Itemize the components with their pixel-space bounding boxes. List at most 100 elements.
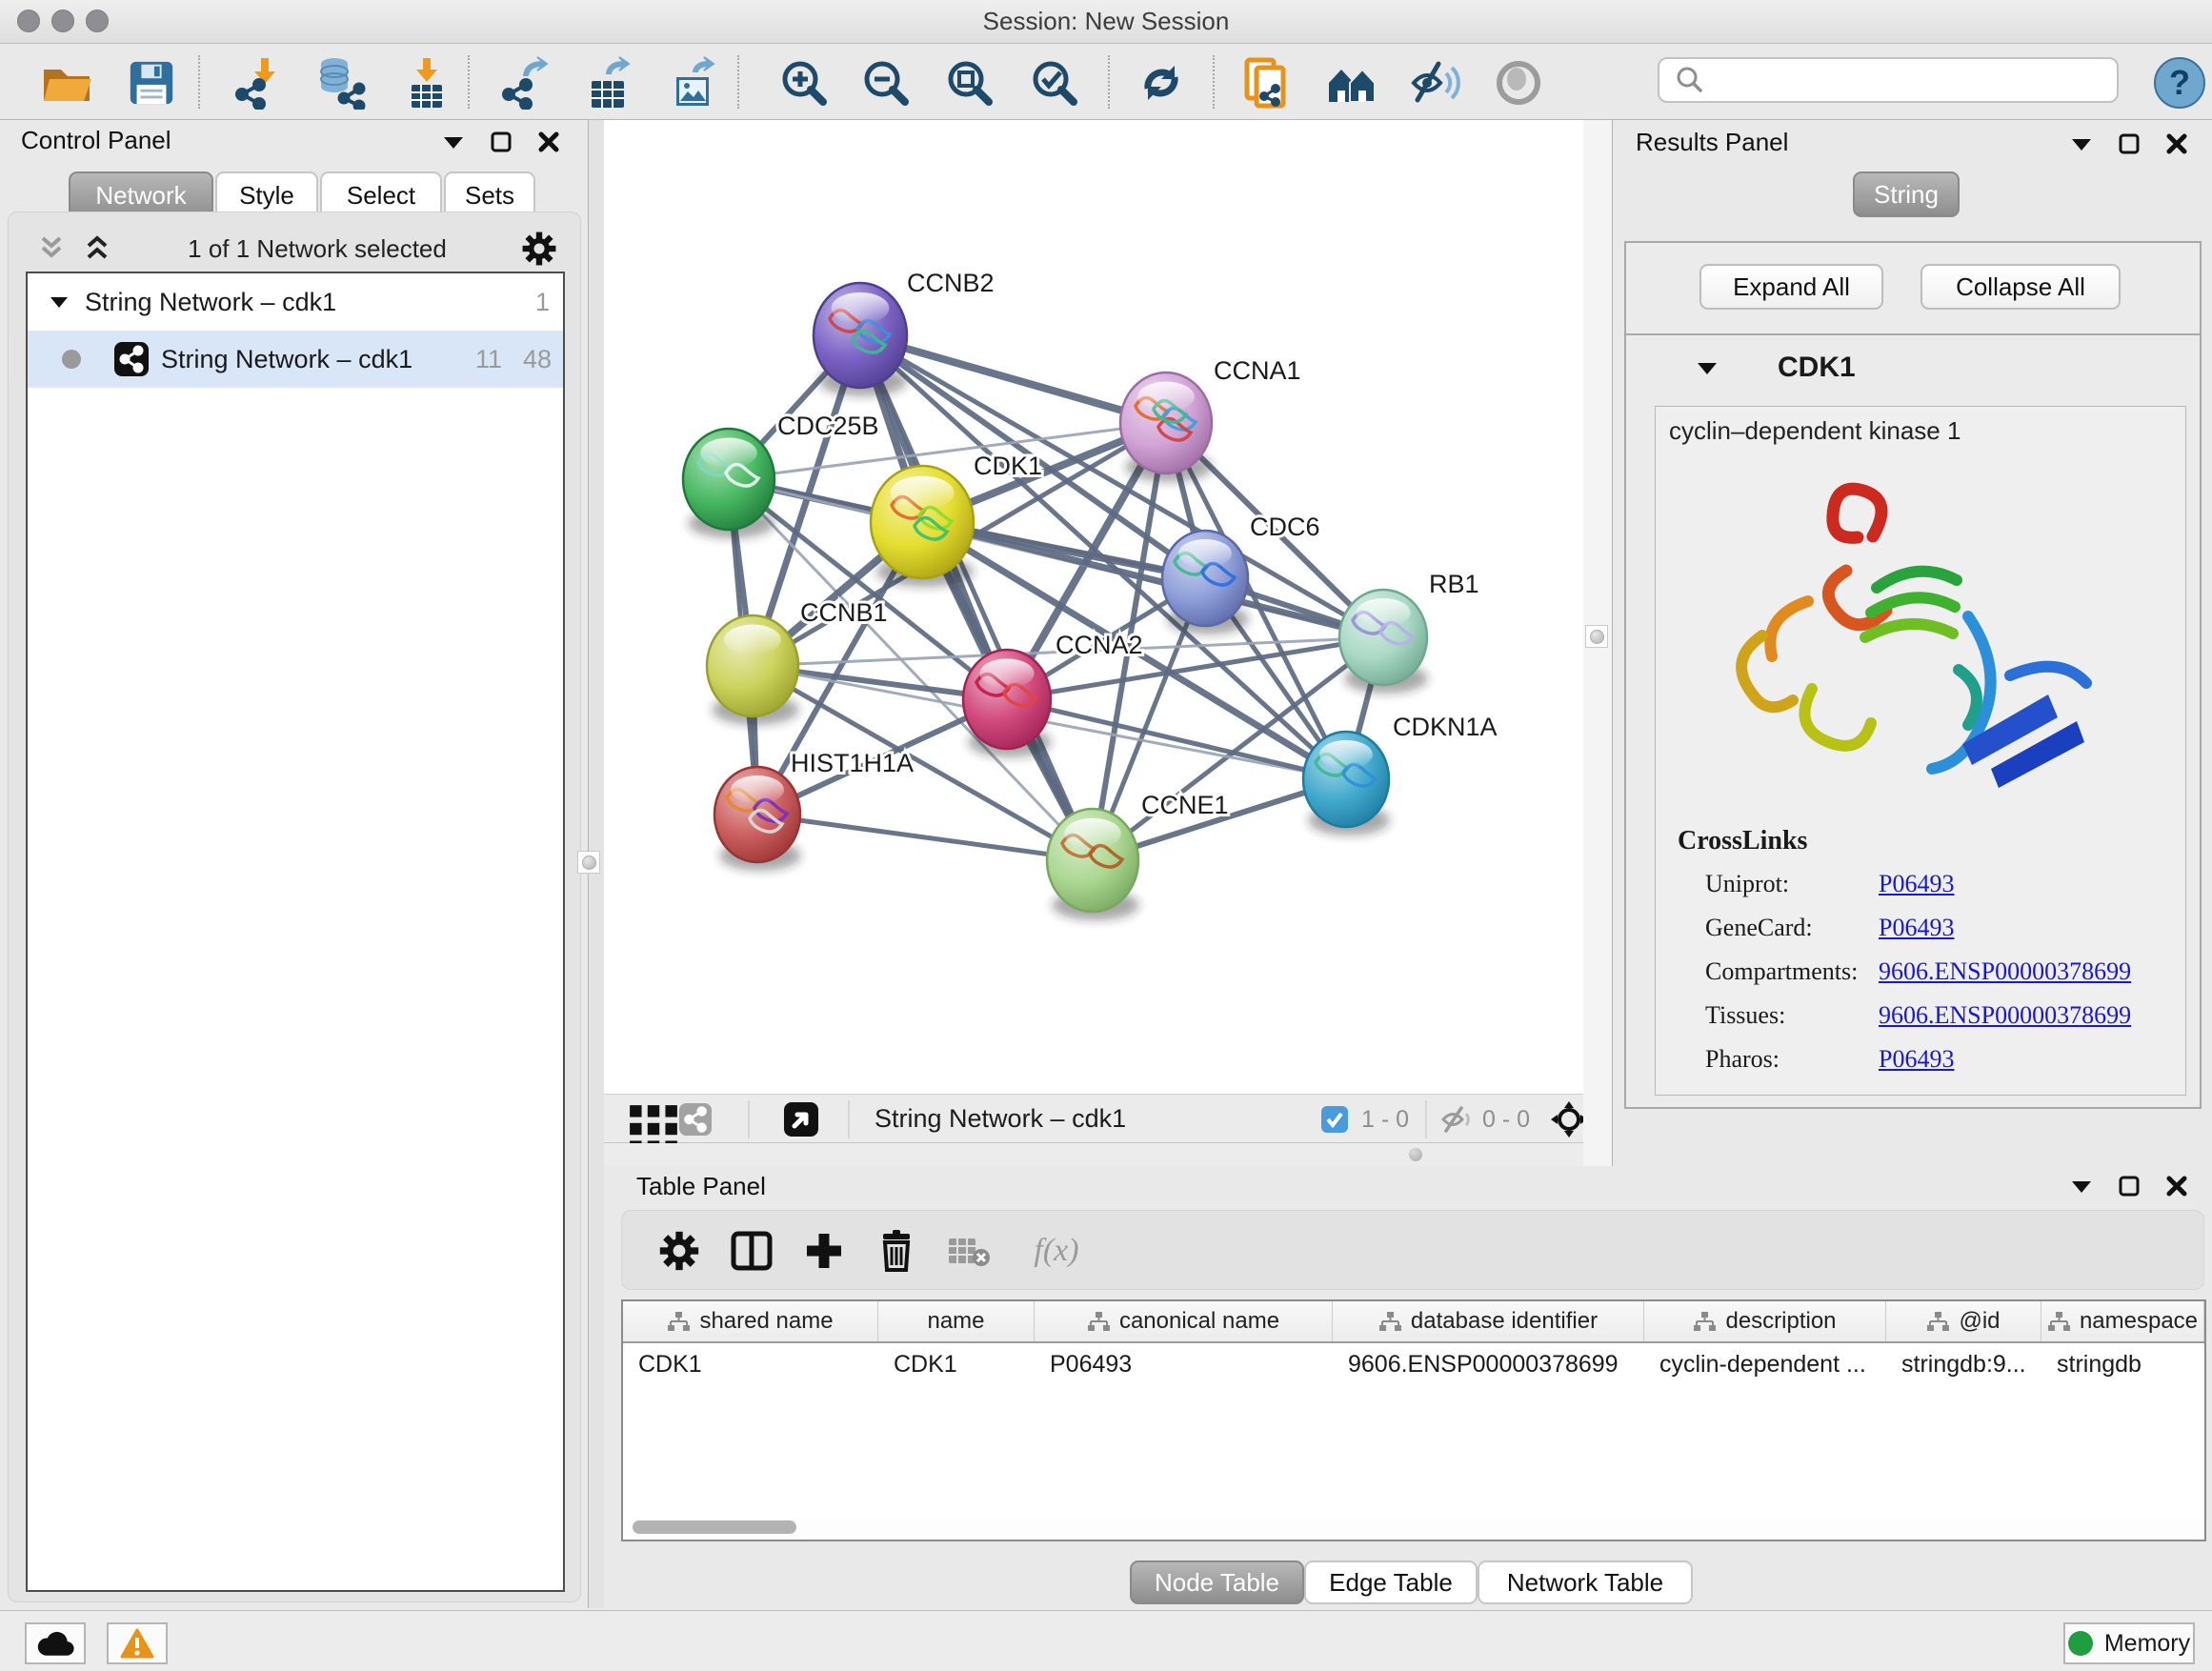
collapse-all-networks-icon[interactable] [35,234,68,263]
left-splitter-grip[interactable] [577,851,600,874]
selected-checkbox-icon[interactable] [1320,1105,1349,1134]
float-panel-icon[interactable] [441,130,466,154]
network-row[interactable]: String Network – cdk1 11 48 [28,331,563,388]
string-documents-button[interactable] [1238,55,1294,111]
import-network-from-database-button[interactable] [312,55,368,111]
export-network-button[interactable] [498,55,553,111]
minimize-window-icon[interactable] [51,10,74,32]
import-network-from-file-button[interactable] [231,55,287,111]
close-window-icon[interactable] [17,10,40,32]
node-HIST1H1A[interactable] [714,767,801,871]
table-cell[interactable]: cyclin-dependent ... [1644,1343,1886,1385]
collapse-arrow-icon[interactable] [49,292,70,312]
import-table-from-file-button[interactable] [399,55,454,111]
zoom-fit-content-button[interactable] [942,55,997,111]
node-CDC6[interactable] [1162,531,1249,634]
node-CCNA2[interactable] [963,650,1052,757]
right-splitter-grip[interactable] [1585,625,1608,648]
birds-eye-view-button[interactable] [1491,55,1546,111]
crosslink-value-link[interactable]: 9606.ENSP00000378699 [1879,957,2131,986]
node-CCNA1[interactable] [1120,372,1213,482]
table-horizontal-scrollbar[interactable] [627,1519,2201,1536]
tab-edge-table[interactable]: Edge Table [1304,1560,1478,1604]
node-RB1[interactable] [1339,590,1428,694]
warnings-button[interactable] [107,1622,168,1664]
column-header-namespace[interactable]: namespace [2041,1301,2204,1341]
show-columns-button[interactable] [725,1224,778,1278]
table-row[interactable]: CDK1CDK1P064939606.ENSP00000378699cyclin… [623,1343,2204,1385]
search-field[interactable] [1658,57,2119,103]
close-panel-icon[interactable] [2164,131,2189,156]
node-CCNE1[interactable] [1047,809,1139,920]
network-graph[interactable]: CCNB2CCNA1CDC25BCDK1CDC6RB1CCNB1CCNA2CDK… [604,120,1583,1094]
float-panel-icon[interactable] [2069,131,2094,156]
cloud-status-button[interactable] [25,1622,86,1664]
zoom-selected-button[interactable] [1027,55,1082,111]
close-panel-icon[interactable] [536,130,561,154]
network-options-gear-icon[interactable] [521,231,557,267]
table-cell[interactable]: stringdb:9... [1886,1343,2041,1385]
collapse-all-button[interactable]: Collapse All [1920,264,2121,310]
birds-eye-toggle-icon[interactable] [783,1101,819,1137]
column-header-description[interactable]: description [1644,1301,1886,1341]
column-header-canonical-name[interactable]: canonical name [1035,1301,1333,1341]
column-header-database-identifier[interactable]: database identifier [1333,1301,1644,1341]
table-cell[interactable]: 9606.ENSP00000378699 [1333,1343,1644,1385]
save-session-button[interactable] [124,55,179,111]
expand-all-networks-icon[interactable] [81,234,113,263]
crosslink-value-link[interactable]: P06493 [1879,870,1954,898]
node-CCNB1[interactable] [707,615,799,725]
zoom-window-icon[interactable] [86,10,109,32]
scrollbar-thumb[interactable] [633,1520,796,1534]
memory-button[interactable]: Memory [2063,1622,2195,1664]
gene-section-header[interactable]: CDK1 [1626,333,2200,400]
table-cell[interactable]: CDK1 [623,1343,878,1385]
crosslink-value-link[interactable]: P06493 [1879,1045,1954,1074]
collapse-section-icon[interactable] [1696,356,1719,379]
export-image-button[interactable] [666,55,721,111]
node-CDKN1A[interactable] [1303,732,1390,836]
apply-preferred-layout-button[interactable] [1134,55,1189,111]
create-column-button[interactable] [797,1224,851,1278]
table-cell[interactable]: P06493 [1035,1343,1333,1385]
zoom-out-button[interactable] [858,55,914,111]
column-header--id[interactable]: @id [1886,1301,2041,1341]
crosslink-value-link[interactable]: P06493 [1879,914,1954,942]
tab-string[interactable]: String [1853,171,1960,217]
node-CDK1[interactable] [871,466,974,587]
delete-columns-button[interactable] [870,1224,923,1278]
fit-selected-crosshair-icon[interactable] [1550,1100,1588,1138]
column-header-shared-name[interactable]: shared name [623,1301,878,1341]
table-cell[interactable]: stringdb [2041,1343,2204,1385]
tab-network-table[interactable]: Network Table [1478,1560,1693,1604]
table-cell[interactable]: CDK1 [878,1343,1035,1385]
right-splitter[interactable] [1583,120,1612,1166]
maximize-panel-icon[interactable] [2117,1174,2142,1198]
edge-HIST1H1A-CCNE1[interactable] [757,815,1093,860]
edge-CCNA2-CDKN1A[interactable] [1007,699,1346,779]
zoom-in-button[interactable] [776,55,832,111]
table-options-button[interactable] [653,1224,706,1278]
tab-node-table[interactable]: Node Table [1130,1560,1304,1604]
string-sites-button[interactable] [1324,55,1379,111]
open-session-button[interactable] [39,55,94,111]
delete-table-button[interactable] [942,1224,995,1278]
expand-all-button[interactable]: Expand All [1699,264,1883,310]
hide-visual-properties-button[interactable] [1407,55,1462,111]
close-panel-icon[interactable] [2164,1174,2189,1198]
network-collection-row[interactable]: String Network – cdk1 1 [28,273,563,331]
export-table-button[interactable] [581,55,636,111]
node-CDC25B[interactable] [683,429,775,538]
network-canvas[interactable]: CCNB2CCNA1CDC25BCDK1CDC6RB1CCNB1CCNA2CDK… [604,120,1583,1094]
float-panel-icon[interactable] [2069,1174,2094,1198]
crosslink-value-link[interactable]: 9606.ENSP00000378699 [1879,1001,2131,1030]
maximize-panel-icon[interactable] [489,130,513,154]
network-view-icon[interactable] [678,1102,713,1137]
help-button[interactable]: ? [2154,57,2205,109]
function-builder-button[interactable]: f(x) [1018,1224,1095,1278]
search-input[interactable] [1709,61,2117,99]
node-CCNB2[interactable] [814,283,908,396]
left-splitter[interactable] [589,120,604,1608]
maximize-panel-icon[interactable] [2117,131,2142,156]
column-header-name[interactable]: name [878,1301,1035,1341]
